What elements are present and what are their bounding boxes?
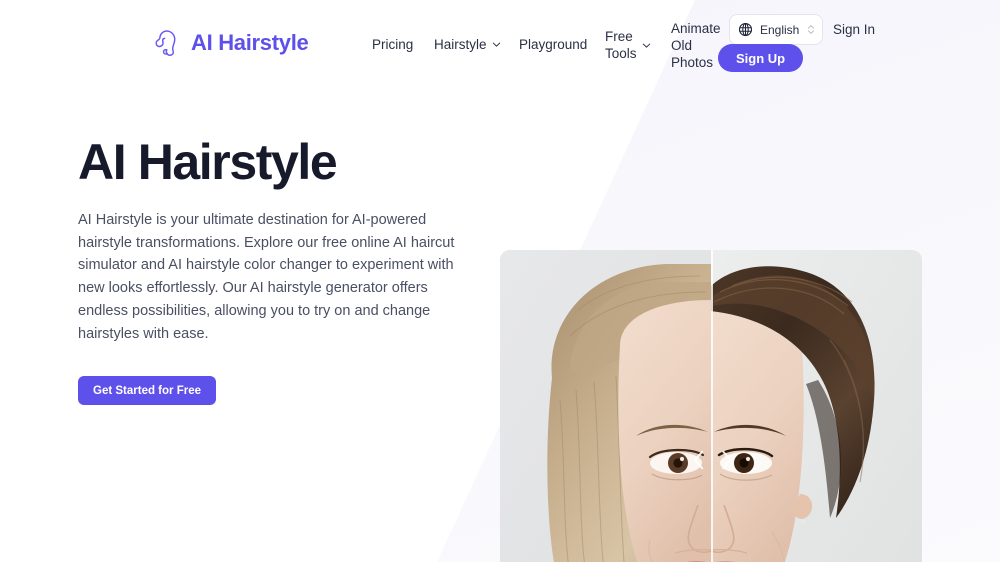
chevron-down-icon	[642, 43, 650, 48]
nav-item-playground-label: Playground	[519, 37, 588, 52]
hero-section: AI Hairstyle AI Hairstyle is your ultima…	[78, 134, 478, 406]
brand-name: AI Hairstyle	[191, 30, 309, 55]
nav-item-animate-old-photos-label: Animate Old Photos	[671, 21, 721, 70]
chevron-left-icon[interactable]	[685, 448, 713, 472]
language-selector-value: English	[760, 22, 800, 37]
brand-logo-link[interactable]: AI Hairstyle	[148, 26, 309, 60]
get-started-button[interactable]: Get Started for Free	[78, 376, 216, 406]
nav-item-pricing[interactable]: Pricing	[372, 36, 413, 53]
hero-description: AI Hairstyle is your ultimate destinatio…	[78, 212, 455, 342]
hair-profile-logo-icon	[155, 30, 176, 56]
comparison-drag-handle[interactable]	[685, 448, 740, 472]
nav-item-free-tools[interactable]: Free Tools	[605, 28, 651, 62]
sign-up-button[interactable]: Sign Up	[718, 44, 804, 72]
globe-icon	[738, 22, 753, 37]
nav-item-free-tools-label: Free Tools	[605, 29, 637, 61]
chevron-up-down-icon	[808, 25, 815, 34]
sign-in-link[interactable]: Sign In	[833, 22, 875, 37]
nav-item-playground[interactable]: Playground	[519, 36, 587, 53]
site-header: AI Hairstyle Pricing Hairstyle Playgroun…	[0, 0, 1000, 88]
page-title: AI Hairstyle	[78, 134, 338, 190]
nav-item-hairstyle[interactable]: Hairstyle	[434, 36, 501, 53]
comparison-divider	[711, 250, 713, 562]
before-after-hairstyle-slider[interactable]	[500, 250, 922, 562]
main-navigation: Pricing Hairstyle Playground Free Tools …	[368, 18, 721, 78]
language-selector[interactable]: English	[729, 14, 823, 45]
nav-item-hairstyle-label: Hairstyle	[434, 37, 487, 52]
chevron-down-icon	[492, 42, 500, 47]
nav-item-pricing-label: Pricing	[372, 37, 414, 52]
chevron-right-icon[interactable]	[713, 448, 741, 472]
nav-item-animate-old-photos[interactable]: Animate Old Photos	[671, 20, 721, 71]
